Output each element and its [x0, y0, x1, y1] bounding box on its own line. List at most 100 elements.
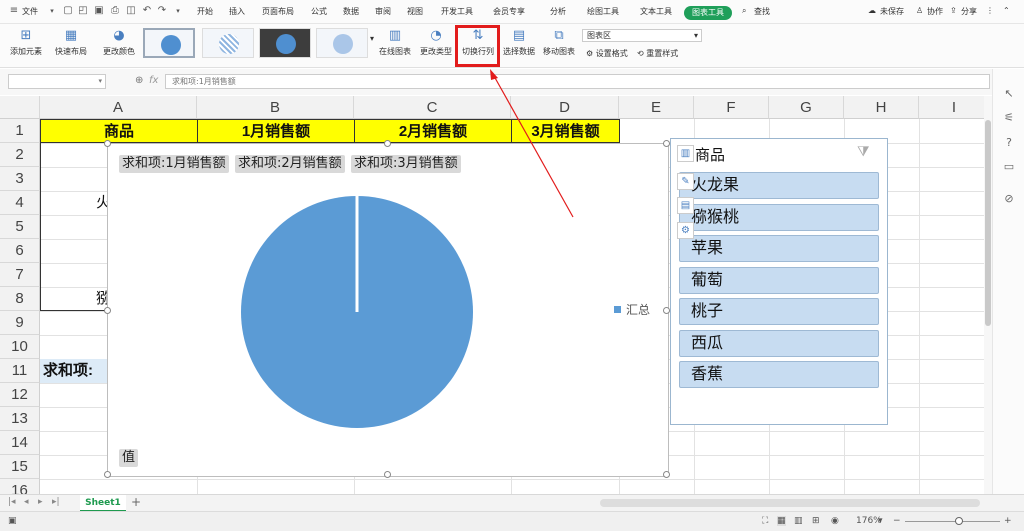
- tab-member[interactable]: 会员专享: [493, 6, 525, 17]
- resize-handle[interactable]: [104, 140, 111, 147]
- row-header[interactable]: 10: [0, 335, 40, 359]
- resize-handle[interactable]: [663, 140, 670, 147]
- col-header-i[interactable]: I: [919, 96, 990, 119]
- hamburger-icon[interactable]: ≡: [8, 5, 20, 17]
- row-header[interactable]: 16: [0, 479, 40, 494]
- col-header-e[interactable]: E: [619, 96, 694, 119]
- row-header[interactable]: 14: [0, 431, 40, 455]
- new-file-icon[interactable]: ▢: [62, 5, 74, 17]
- slicer-item[interactable]: 桃子: [679, 298, 879, 325]
- tab-home[interactable]: 开始: [197, 6, 213, 17]
- chart-style-1[interactable]: [143, 28, 195, 58]
- resize-handle[interactable]: [104, 307, 111, 314]
- undo-icon[interactable]: ↶: [141, 5, 153, 17]
- add-element-button[interactable]: ⊞ 添加元素: [6, 26, 46, 64]
- cell-a1[interactable]: 商品: [40, 119, 198, 143]
- row-header[interactable]: 3: [0, 167, 40, 191]
- select-data-button[interactable]: ▤ 选择数据: [501, 26, 537, 64]
- tab-chart-tools[interactable]: 图表工具: [684, 6, 732, 20]
- row-header[interactable]: 8: [0, 287, 40, 311]
- col-header-b[interactable]: B: [197, 96, 354, 119]
- normal-view-icon[interactable]: ▦: [777, 516, 786, 526]
- cell-d1[interactable]: 3月销售额: [511, 119, 620, 143]
- chart-settings-icon[interactable]: ⚙: [677, 222, 694, 239]
- chart-element-dropdown[interactable]: 图表区 ▾: [582, 29, 702, 42]
- col-header-c[interactable]: C: [354, 96, 511, 119]
- tab-view[interactable]: 视图: [407, 6, 423, 17]
- collapse-ribbon-icon[interactable]: ⌃: [1003, 6, 1010, 15]
- row-header[interactable]: 2: [0, 143, 40, 167]
- select-all-corner[interactable]: [0, 96, 40, 119]
- name-box[interactable]: ▾: [8, 74, 106, 89]
- open-file-icon[interactable]: ◰: [77, 5, 89, 17]
- fx-icon[interactable]: fx: [149, 75, 158, 86]
- change-type-button[interactable]: ◔ 更改类型: [418, 26, 454, 64]
- row-header[interactable]: 12: [0, 383, 40, 407]
- chart-elements-icon[interactable]: ▥: [677, 145, 694, 162]
- move-chart-button[interactable]: ⧉ 移动图表: [541, 26, 577, 64]
- resize-handle[interactable]: [384, 140, 391, 147]
- col-header-f[interactable]: F: [694, 96, 769, 119]
- save-icon[interactable]: ▣: [93, 5, 105, 17]
- tab-data[interactable]: 数据: [343, 6, 359, 17]
- first-sheet-icon[interactable]: |◂: [8, 497, 16, 507]
- row-header[interactable]: 5: [0, 215, 40, 239]
- chevron-down-icon[interactable]: ▾: [46, 5, 58, 17]
- slicer-item[interactable]: 猕猴桃: [679, 204, 879, 231]
- zoom-chevron-icon[interactable]: ▾: [878, 516, 883, 526]
- next-sheet-icon[interactable]: ▸: [38, 497, 43, 507]
- redo-icon[interactable]: ↷: [156, 5, 168, 17]
- row-header[interactable]: 13: [0, 407, 40, 431]
- col-header-d[interactable]: D: [511, 96, 619, 119]
- file-menu[interactable]: 文件: [22, 6, 38, 17]
- resize-handle[interactable]: [384, 471, 391, 478]
- slicer-item[interactable]: 苹果: [679, 235, 879, 262]
- more-chevron-icon[interactable]: ▾: [172, 5, 184, 17]
- panel-icon[interactable]: ▭: [1002, 160, 1016, 174]
- row-header[interactable]: 15: [0, 455, 40, 479]
- row-header[interactable]: 1: [0, 119, 40, 143]
- resize-handle[interactable]: [104, 471, 111, 478]
- cell-c1[interactable]: 2月销售额: [354, 119, 512, 143]
- chart-style-4[interactable]: [316, 28, 368, 58]
- page-break-view-icon[interactable]: ⊞: [812, 516, 820, 526]
- prev-sheet-icon[interactable]: ◂: [24, 497, 29, 507]
- slicer-item[interactable]: 葡萄: [679, 267, 879, 294]
- chart-style-2[interactable]: [202, 28, 254, 58]
- tab-review[interactable]: 审阅: [375, 6, 391, 17]
- tab-formula[interactable]: 公式: [311, 6, 327, 17]
- zoom-slider-thumb[interactable]: [955, 517, 963, 525]
- unsaved-status[interactable]: 未保存: [880, 6, 904, 17]
- fullscreen-icon[interactable]: ⛶: [762, 516, 768, 526]
- slicer-item[interactable]: 西瓜: [679, 330, 879, 357]
- tab-developer[interactable]: 开发工具: [441, 6, 473, 17]
- col-header-a[interactable]: A: [40, 96, 197, 119]
- tab-page-layout[interactable]: 页面布局: [262, 6, 294, 17]
- online-chart-button[interactable]: ▥ 在线图表: [375, 26, 415, 64]
- cell-b1[interactable]: 1月销售额: [197, 119, 355, 143]
- pivot-chart[interactable]: 求和项:1月销售额 求和项:2月销售额 求和项:3月销售额 汇总 值: [104, 140, 670, 478]
- cell-a11[interactable]: 求和项:: [40, 359, 107, 383]
- tab-analyze[interactable]: 分析: [550, 6, 566, 17]
- search-icon[interactable]: ⌕: [742, 6, 746, 16]
- resize-handle[interactable]: [663, 307, 670, 314]
- collab-button[interactable]: 协作: [927, 6, 943, 17]
- pointer-icon[interactable]: ↖: [1002, 87, 1016, 101]
- value-field-button[interactable]: 值: [119, 449, 139, 467]
- last-sheet-icon[interactable]: ▸|: [52, 497, 60, 507]
- chart-style-brush-icon[interactable]: ✎: [677, 173, 694, 190]
- print-preview-icon[interactable]: ◫: [125, 5, 137, 17]
- adjust-icon[interactable]: ⚟: [1002, 111, 1016, 125]
- row-header[interactable]: 11: [0, 359, 40, 383]
- slicer-panel[interactable]: 商品 ⧩ 火龙果 猕猴桃 苹果 葡萄 桃子 西瓜 香蕉: [670, 138, 888, 425]
- reset-style-button[interactable]: ⟲ 重置样式: [637, 48, 678, 59]
- set-format-button[interactable]: ⚙ 设置格式: [586, 48, 628, 59]
- clear-filter-icon[interactable]: ⧩: [857, 144, 870, 160]
- row-header[interactable]: 6: [0, 239, 40, 263]
- tab-drawing-tools[interactable]: 绘图工具: [587, 6, 619, 17]
- zoom-slider[interactable]: [905, 521, 1000, 522]
- tab-text-tools[interactable]: 文本工具: [640, 6, 672, 17]
- slicer-item[interactable]: 香蕉: [679, 361, 879, 388]
- macro-icon[interactable]: ▣: [8, 516, 17, 526]
- chart-style-3[interactable]: [259, 28, 311, 58]
